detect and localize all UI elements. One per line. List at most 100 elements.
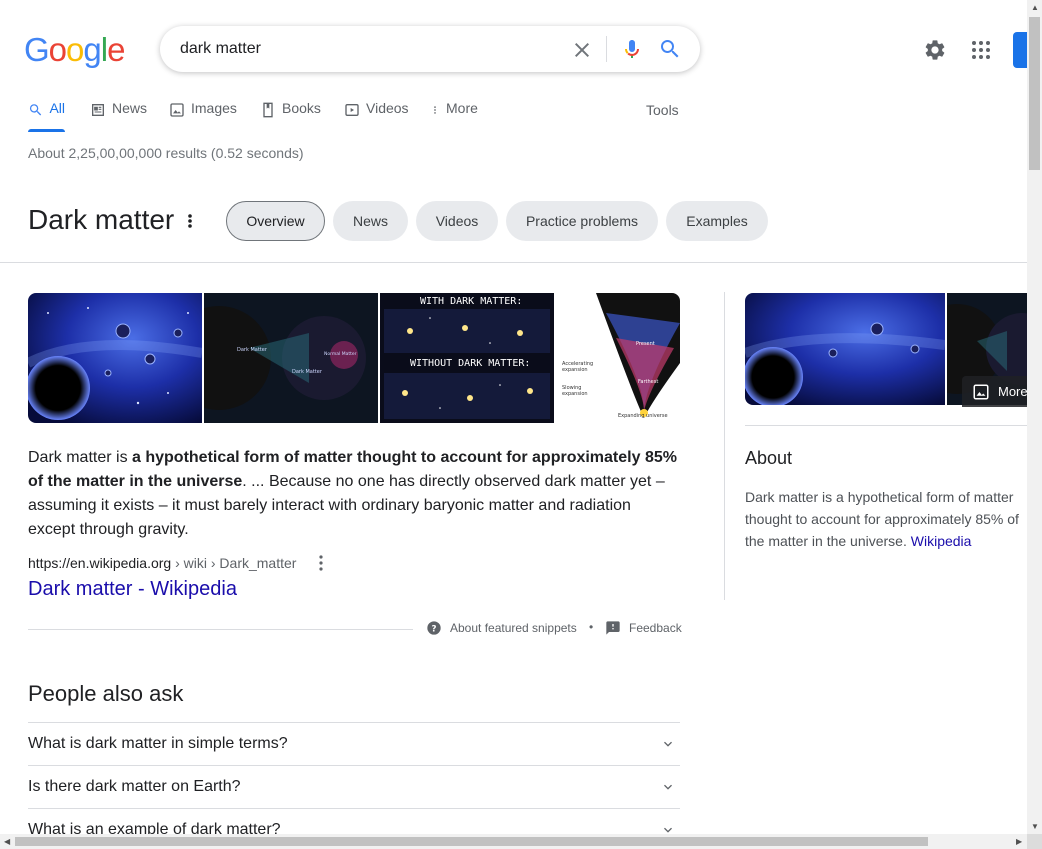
svg-text:Farthest: Farthest [638,379,658,385]
search-divider [606,36,607,62]
svg-text:Dark Matter: Dark Matter [237,347,268,353]
image-icon [973,384,989,399]
cite-path: › wiki › Dark_matter [171,555,297,571]
vertical-scroll-thumb[interactable] [1029,17,1040,170]
horizontal-scrollbar[interactable]: ◀ ▶ [0,834,1027,849]
featured-image-pie[interactable]: Dark Matter Dark Matter Normal Matter [204,293,378,423]
source-citation: https://en.wikipedia.org › wiki › Dark_m… [28,555,296,571]
paa-question-text: Is there dark matter on Earth? [28,778,241,795]
chevron-down-icon [664,741,672,747]
svg-text:expansion: expansion [562,391,588,397]
svg-text:Normal Matter: Normal Matter [324,351,357,357]
separator-dot: • [589,620,594,634]
tab-label: News [112,100,148,116]
result-title-link[interactable]: Dark matter - Wikipedia [28,578,237,601]
help-icon: ? [427,621,441,635]
search-box [160,26,700,72]
featured-images: Dark Matter Dark Matter Normal Matter WI… [28,293,680,423]
paa-question-text: What is dark matter in simple terms? [28,735,288,752]
tab-videos[interactable]: Videos [344,100,409,132]
svg-text:WITHOUT DARK MATTER:: WITHOUT DARK MATTER: [410,358,530,369]
snippet-divider [28,629,413,630]
tab-label: More [446,100,478,116]
logo-letter: o [48,31,67,68]
logo-letter: G [24,31,50,68]
news-icon [92,104,104,116]
tab-all[interactable]: All [28,100,65,132]
close-icon[interactable] [570,38,594,62]
video-icon [345,104,359,116]
more-vert-icon[interactable] [313,553,329,573]
feedback-icon [606,621,620,635]
paa-question[interactable]: What is an example of dark matter? [28,808,680,834]
featured-snippet-text: Dark matter is a hypothetical form of ma… [28,446,680,542]
kp-divider [745,425,1027,426]
feedback-label: Feedback [629,621,682,635]
panel-divider [724,292,725,600]
paa-question[interactable]: What is dark matter in simple terms? [28,722,680,765]
about-snippets-label: About featured snippets [450,621,577,635]
more-vert-icon [434,106,436,114]
gear-icon[interactable] [923,38,947,62]
more-images-label: More [998,384,1028,399]
scroll-up-arrow[interactable]: ▲ [1031,3,1039,12]
chip-videos[interactable]: Videos [416,201,498,241]
svg-text:Expanding universe: Expanding universe [618,413,668,419]
more-vert-icon[interactable] [182,210,198,234]
tab-news[interactable]: News [90,100,147,132]
scroll-left-arrow[interactable]: ◀ [4,837,10,846]
tab-images[interactable]: Images [169,100,237,132]
kp-description-text: Dark matter is a hypothetical form of ma… [745,489,1019,549]
chip-practice-problems[interactable]: Practice problems [506,201,658,241]
chip-overview[interactable]: Overview [226,201,325,241]
kp-about-title: About [745,448,793,468]
logo-letter: o [66,31,84,68]
mic-icon[interactable] [620,37,644,61]
chip-news[interactable]: News [333,201,408,241]
people-also-ask-title: People also ask [28,681,184,706]
horizontal-scroll-thumb[interactable] [15,837,928,846]
tab-label: Images [191,100,237,116]
search-input[interactable] [180,38,560,60]
kp-wikipedia-link[interactable]: Wikipedia [911,533,972,549]
kp-description: Dark matter is a hypothetical form of ma… [745,486,1027,556]
chevron-down-icon [664,784,672,790]
featured-image-expansion[interactable]: Present Accelerating expansion Slowing e… [556,293,680,423]
apps-icon[interactable] [969,38,993,62]
paa-question[interactable]: Is there dark matter on Earth? [28,765,680,808]
book-icon [263,102,273,118]
tab-label: All [49,100,65,116]
topic-divider [0,262,1027,263]
chip-examples[interactable]: Examples [666,201,768,241]
feedback-button[interactable]: Feedback [605,620,682,636]
paa-question-text: What is an example of dark matter? [28,821,281,834]
tools-button[interactable]: Tools [646,102,679,118]
cite-domain: https://en.wikipedia.org [28,555,172,571]
search-icon [29,104,42,116]
tab-more[interactable]: More [430,100,478,132]
svg-text:?: ? [431,624,436,634]
kp-image-galaxy[interactable] [745,293,945,405]
logo-letter: g [83,31,101,68]
featured-image-galaxy[interactable] [28,293,202,423]
search-icon[interactable] [658,37,682,61]
logo-letter: e [107,31,125,68]
result-stats: About 2,25,00,00,000 results (0.52 secon… [28,145,304,161]
google-logo[interactable]: Google [24,31,125,68]
scroll-right-arrow[interactable]: ▶ [1016,837,1022,846]
featured-image-comparison[interactable]: WITH DARK MATTER: WITHOUT DARK MATTER: [380,293,554,423]
scroll-down-arrow[interactable]: ▼ [1031,822,1039,831]
tab-label: Videos [366,100,409,116]
chevron-down-icon [664,827,672,833]
about-featured-snippets-button[interactable]: ? About featured snippets [426,620,577,636]
svg-text:Dark Matter: Dark Matter [292,369,323,375]
scrollbar-corner [1027,834,1042,849]
tab-books[interactable]: Books [260,100,321,132]
topic-title: Dark matter [28,204,175,235]
tab-label: Books [282,100,321,116]
svg-text:Present: Present [636,341,655,347]
snippet-prefix: Dark matter is [28,449,133,466]
svg-text:expansion: expansion [562,367,588,373]
image-icon [170,103,184,117]
vertical-scrollbar[interactable]: ▲ ▼ [1027,0,1042,834]
